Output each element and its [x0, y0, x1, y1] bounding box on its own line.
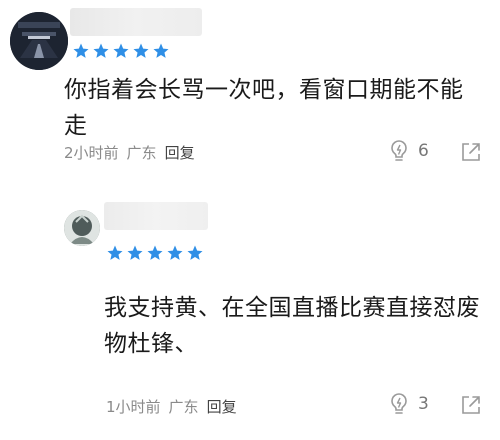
like-button[interactable]: 3 — [388, 392, 429, 416]
comment-text: 你指着会长骂一次吧，看窗口期能不能走 — [64, 77, 464, 139]
avatar[interactable] — [64, 210, 100, 246]
star-rating — [72, 42, 170, 60]
star-icon — [93, 43, 109, 58]
location: 广东 — [168, 398, 199, 416]
comment-meta: 1小时前 广东 回复 — [106, 396, 237, 417]
avatar[interactable] — [10, 12, 68, 70]
comment-text: 我支持黄、在全国直播比赛直接怼废物杜锋、 — [104, 295, 480, 357]
star-icon — [107, 245, 123, 260]
share-icon[interactable] — [460, 141, 482, 163]
star-rating — [106, 244, 204, 262]
star-icon — [133, 43, 149, 58]
comment-item: 你指着会长骂一次吧，看窗口期能不能走 2小时前 广东 回复 6 — [0, 0, 500, 192]
star-icon — [153, 43, 169, 58]
username-blurred[interactable] — [70, 8, 202, 36]
comment-meta: 2小时前 广东 回复 — [64, 142, 195, 163]
reply-button[interactable]: 回复 — [165, 142, 195, 163]
star-icon — [73, 43, 89, 58]
timestamp: 1小时前 — [106, 398, 161, 416]
share-icon[interactable] — [460, 394, 482, 416]
star-icon — [147, 245, 163, 260]
reply-button[interactable]: 回复 — [207, 396, 237, 417]
star-icon — [167, 245, 183, 260]
lightbulb-icon — [391, 393, 407, 414]
timestamp: 2小时前 — [64, 144, 119, 162]
location: 广东 — [126, 144, 157, 162]
like-button[interactable]: 6 — [388, 139, 429, 163]
lightbulb-icon — [391, 140, 407, 161]
like-count: 3 — [418, 394, 429, 414]
star-icon — [127, 245, 143, 260]
like-count: 6 — [418, 141, 429, 161]
username-blurred[interactable] — [104, 202, 208, 230]
star-icon — [113, 43, 129, 58]
star-icon — [187, 245, 203, 260]
comment-item: 我支持黄、在全国直播比赛直接怼废物杜锋、 1小时前 广东 回复 3 — [0, 192, 500, 440]
